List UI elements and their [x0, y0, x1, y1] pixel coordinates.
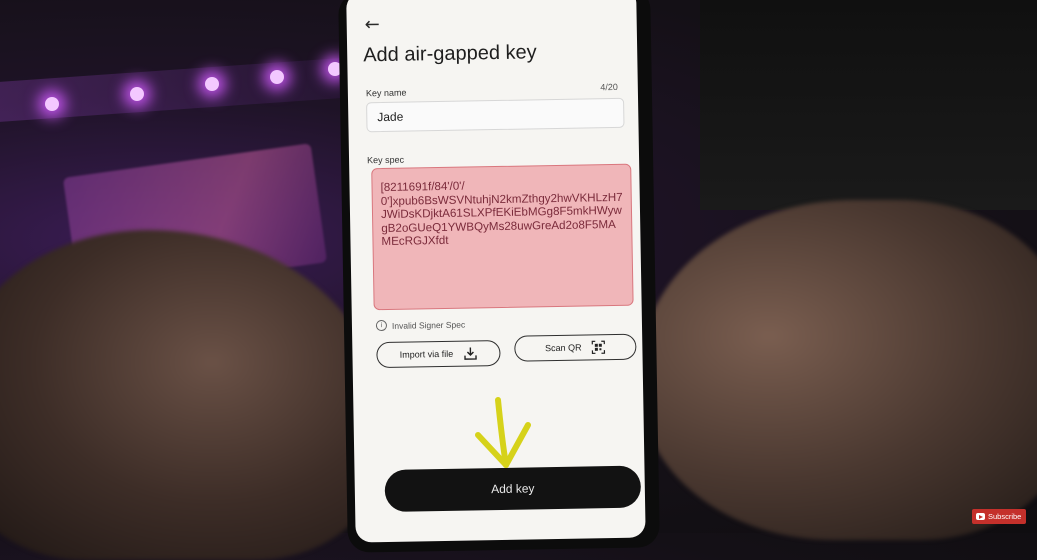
right-hand [640, 200, 1037, 540]
key-name-input[interactable] [366, 97, 625, 133]
qr-scan-icon [591, 340, 606, 354]
page-title: Add air-gapped key [363, 41, 537, 67]
download-icon [464, 347, 477, 360]
scan-qr-button[interactable]: Scan QR [514, 333, 637, 362]
key-spec-input[interactable]: [8211691f/84'/0'/ 0']xpub6BsWSVNtuhjN2km… [371, 163, 634, 311]
key-spec-value: [8211691f/84'/0'/ 0']xpub6BsWSVNtuhjN2km… [380, 179, 623, 249]
background-led-strip [0, 58, 340, 122]
info-circle-icon: i [375, 319, 388, 332]
scan-button-label: Scan QR [545, 342, 582, 354]
key-name-label: Key name [365, 87, 407, 99]
validation-error: i Invalid Signer Spec [375, 319, 466, 332]
key-spec-label: Key spec [366, 154, 405, 166]
import-button-label: Import via file [399, 348, 454, 360]
left-hand [0, 230, 380, 560]
background-dark-area [700, 0, 1037, 210]
subscribe-label: Subscribe [988, 512, 1022, 521]
led-light [270, 70, 284, 84]
error-message: Invalid Signer Spec [391, 319, 466, 331]
down-arrow-annotation-icon [475, 397, 531, 468]
import-via-file-button[interactable]: Import via file [376, 339, 501, 369]
led-light [45, 97, 59, 111]
character-counter: 4/20 [600, 81, 618, 93]
arrow-left-icon[interactable]: ← [365, 14, 380, 35]
youtube-play-icon [976, 513, 985, 520]
subscribe-button[interactable]: Subscribe [972, 509, 1026, 524]
led-light [205, 77, 219, 91]
led-light [130, 87, 144, 101]
